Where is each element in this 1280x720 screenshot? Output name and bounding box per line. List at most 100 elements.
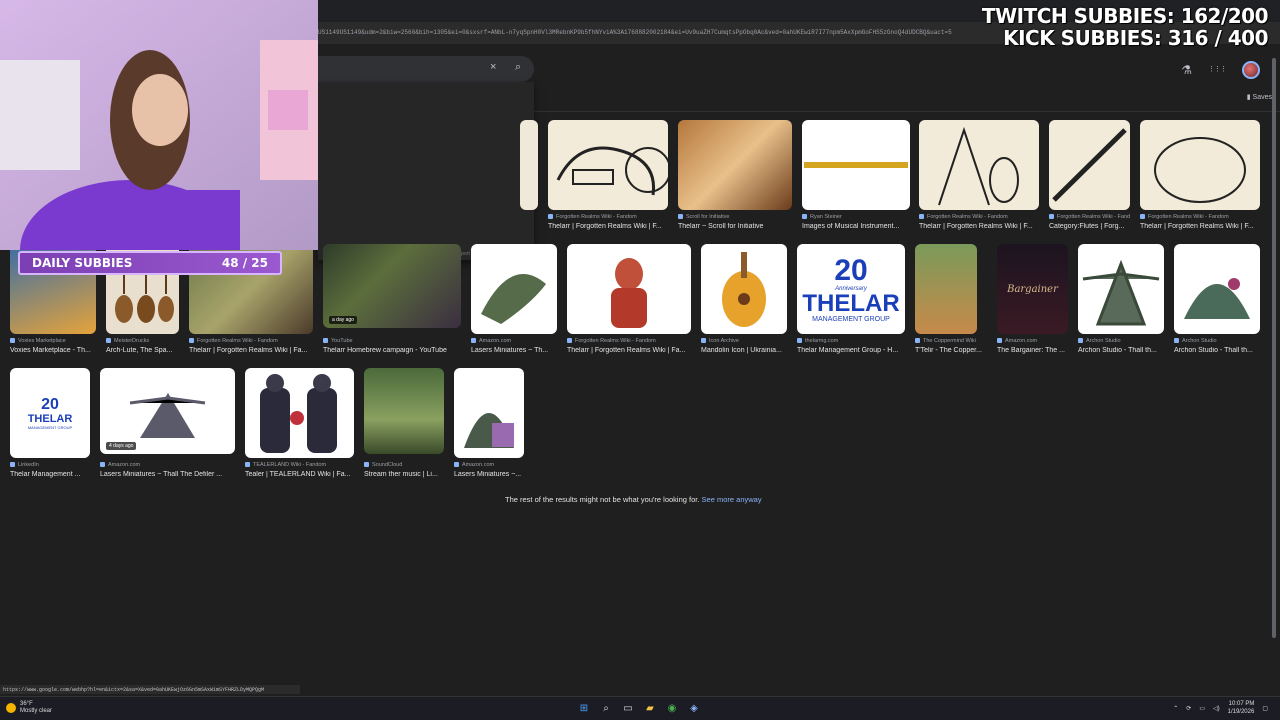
result-title[interactable]: The Bargainer: The ... (997, 347, 1068, 354)
miniature-drawing (1082, 259, 1160, 326)
start-icon[interactable]: ⊞ (576, 700, 592, 716)
image-thumbnail[interactable] (802, 120, 910, 210)
image-thumbnail[interactable] (701, 244, 787, 334)
clock[interactable]: 10:07 PM 1/19/2026 (1228, 700, 1255, 716)
image-thumbnail[interactable]: 4 days ago (100, 368, 235, 454)
result-title[interactable]: Thelarr | Forgotten Realms Wiki | F... (548, 223, 668, 230)
result-source: MeisterDrucks (106, 338, 179, 344)
result-title[interactable]: Category:Flutes | Forg... (1049, 223, 1130, 230)
see-more-anyway-link[interactable]: See more anyway (702, 495, 762, 504)
result-source: Scroll for Initiative (678, 214, 792, 220)
image-thumbnail[interactable] (567, 244, 691, 334)
saves-label: Saves (1252, 94, 1272, 101)
file-explorer-icon[interactable]: ▰ (642, 700, 658, 716)
notification-icon[interactable]: ▢ (1262, 705, 1268, 712)
daily-subbies-count: 48 / 25 (221, 256, 268, 270)
daily-subbies-label: DAILY SUBBIES (32, 256, 133, 270)
result-source: Archon Studio (1078, 338, 1164, 344)
result-title[interactable]: T'Telir - The Copper... (915, 347, 987, 354)
system-tray: ⌃ ⟳ ▭ ◁) 10:07 PM 1/19/2026 ▢ (1173, 700, 1268, 716)
image-thumbnail[interactable] (678, 120, 792, 210)
miniature-drawing (481, 274, 546, 324)
image-thumbnail[interactable] (454, 368, 524, 458)
result-title[interactable]: Thelarr | Forgotten Realms Wiki | F... (919, 223, 1039, 230)
image-thumbnail[interactable]: a day ago (323, 244, 461, 328)
result-source: Amazon.com (997, 338, 1068, 344)
page-scrollbar[interactable] (1272, 48, 1278, 688)
instruments-drawing (938, 126, 1019, 206)
result-source: LinkedIn (10, 462, 90, 468)
image-thumbnail[interactable] (245, 368, 354, 458)
image-thumbnail[interactable] (520, 120, 538, 210)
clear-icon[interactable]: × (490, 61, 496, 73)
discord-icon[interactable]: ◈ (686, 700, 702, 716)
result-title[interactable]: Stream ther music | Li... (364, 471, 444, 478)
search-icon[interactable]: ⌕ (598, 700, 614, 716)
result-source: Archon Studio (1174, 338, 1260, 344)
image-thumbnail[interactable]: 20 Anniversary THELAR MANAGEMENT GROUP (797, 244, 905, 334)
image-thumbnail[interactable] (1174, 244, 1260, 334)
taskbar-apps: ⊞ ⌕ ▭ ▰ ◉ ◈ (576, 700, 702, 716)
result-title[interactable]: Tealer | TEALERLAND Wiki | Fa... (245, 471, 354, 478)
result-title[interactable]: Lasers Miniatures ~ Th... (471, 347, 557, 354)
task-view-icon[interactable]: ▭ (620, 700, 636, 716)
weather-widget[interactable]: 36°F Mostly clear (6, 701, 52, 715)
image-thumbnail[interactable] (1049, 120, 1130, 210)
saves-link[interactable]: ▮ Saves (1247, 93, 1272, 101)
result-source: Amazon.com (454, 462, 524, 468)
account-avatar[interactable] (1242, 61, 1260, 79)
image-thumbnail[interactable] (364, 368, 444, 454)
chevron-up-icon[interactable]: ⌃ (1173, 705, 1178, 712)
weather-temp: 36°F (20, 701, 33, 707)
result-title[interactable]: Thelar Management Group - H... (797, 347, 905, 354)
rest-of-results-text: The rest of the results might not be wha… (505, 495, 700, 504)
search-suggestions-dropdown: Report inappropriate predictions (318, 82, 534, 260)
result-title[interactable]: Voxies Marketplace - Th... (10, 347, 96, 354)
image-thumbnail[interactable] (1078, 244, 1164, 334)
result-source: The Coppermind Wiki (915, 338, 987, 344)
image-thumbnail[interactable] (548, 120, 668, 210)
result-title[interactable]: Lasers Miniatures ~... (454, 471, 524, 478)
daily-subbies-banner: DAILY SUBBIES 48 / 25 (18, 251, 282, 275)
result-source: Icon Archive (701, 338, 787, 344)
volume-icon[interactable]: ◁) (1213, 705, 1220, 712)
monitor-icon[interactable]: ▭ (1199, 705, 1205, 712)
thelar-wordmark: THELAR (802, 289, 900, 317)
twitch-subbies-counter: TWITCH SUBBIES: 162/200 (981, 4, 1269, 28)
scrollbar-thumb[interactable] (1272, 58, 1276, 638)
result-title[interactable]: Arch-Lute, The Spa... (106, 347, 179, 354)
result-title[interactable]: Thelarr Homebrew campaign - YouTube (323, 347, 461, 354)
image-thumbnail[interactable]: Bargainer (997, 244, 1068, 334)
image-thumbnail[interactable] (919, 120, 1039, 210)
result-title[interactable]: Mandolin Icon | Ukrainia... (701, 347, 787, 354)
result-title[interactable]: Thelar Management ... (10, 471, 90, 478)
apps-grid-icon[interactable]: ⋮⋮⋮ (1208, 66, 1227, 73)
result-title[interactable]: Thelarr | Forgotten Realms Wiki | Fa... (567, 347, 691, 354)
image-thumbnail[interactable] (915, 244, 977, 334)
character-drawing (611, 258, 647, 328)
sync-icon[interactable]: ⟳ (1186, 705, 1191, 712)
search-input[interactable]: × ⌕ (318, 56, 534, 82)
result-title[interactable]: Images of Musical Instrument... (802, 223, 910, 230)
result-source: Forgotten Realms Wiki - Fandom (548, 214, 668, 220)
search-icon[interactable]: ⌕ (515, 61, 521, 74)
miniature-drawing (1184, 278, 1250, 319)
rest-of-results-notice: The rest of the results might not be wha… (505, 495, 762, 504)
kick-subbies-counter: KICK SUBBIES: 316 / 400 (1003, 26, 1268, 50)
result-source: SoundCloud (364, 462, 444, 468)
image-thumbnail[interactable] (1140, 120, 1260, 210)
result-title[interactable]: Lasers Miniatures ~ Thall The Defiler ..… (100, 471, 235, 478)
result-title[interactable]: Thelarr | Forgotten Realms Wiki | F... (1140, 223, 1260, 230)
image-thumbnail[interactable]: 20 THELAR MANAGEMENT GROUP (10, 368, 90, 458)
result-title[interactable]: Archon Studio - Thall th... (1174, 347, 1260, 354)
result-source: Voxies Marketplace (10, 338, 96, 344)
result-title[interactable]: Thelarr ~ Scroll for Initiative (678, 223, 792, 230)
labs-icon[interactable]: ⚗ (1181, 63, 1192, 77)
screen: US1149US1149&udm=2&biw=2560&bih=1305&ei=… (0, 0, 1280, 720)
result-source: Forgotten Realms Wiki - Fandom (567, 338, 691, 344)
chrome-icon[interactable]: ◉ (664, 700, 680, 716)
result-title[interactable]: Thelarr | Forgotten Realms Wiki | Fa... (189, 347, 313, 354)
image-thumbnail[interactable] (471, 244, 557, 334)
result-title[interactable]: Archon Studio - Thall th... (1078, 347, 1164, 354)
result-source: TEALERLAND Wiki - Fandom (245, 462, 354, 468)
